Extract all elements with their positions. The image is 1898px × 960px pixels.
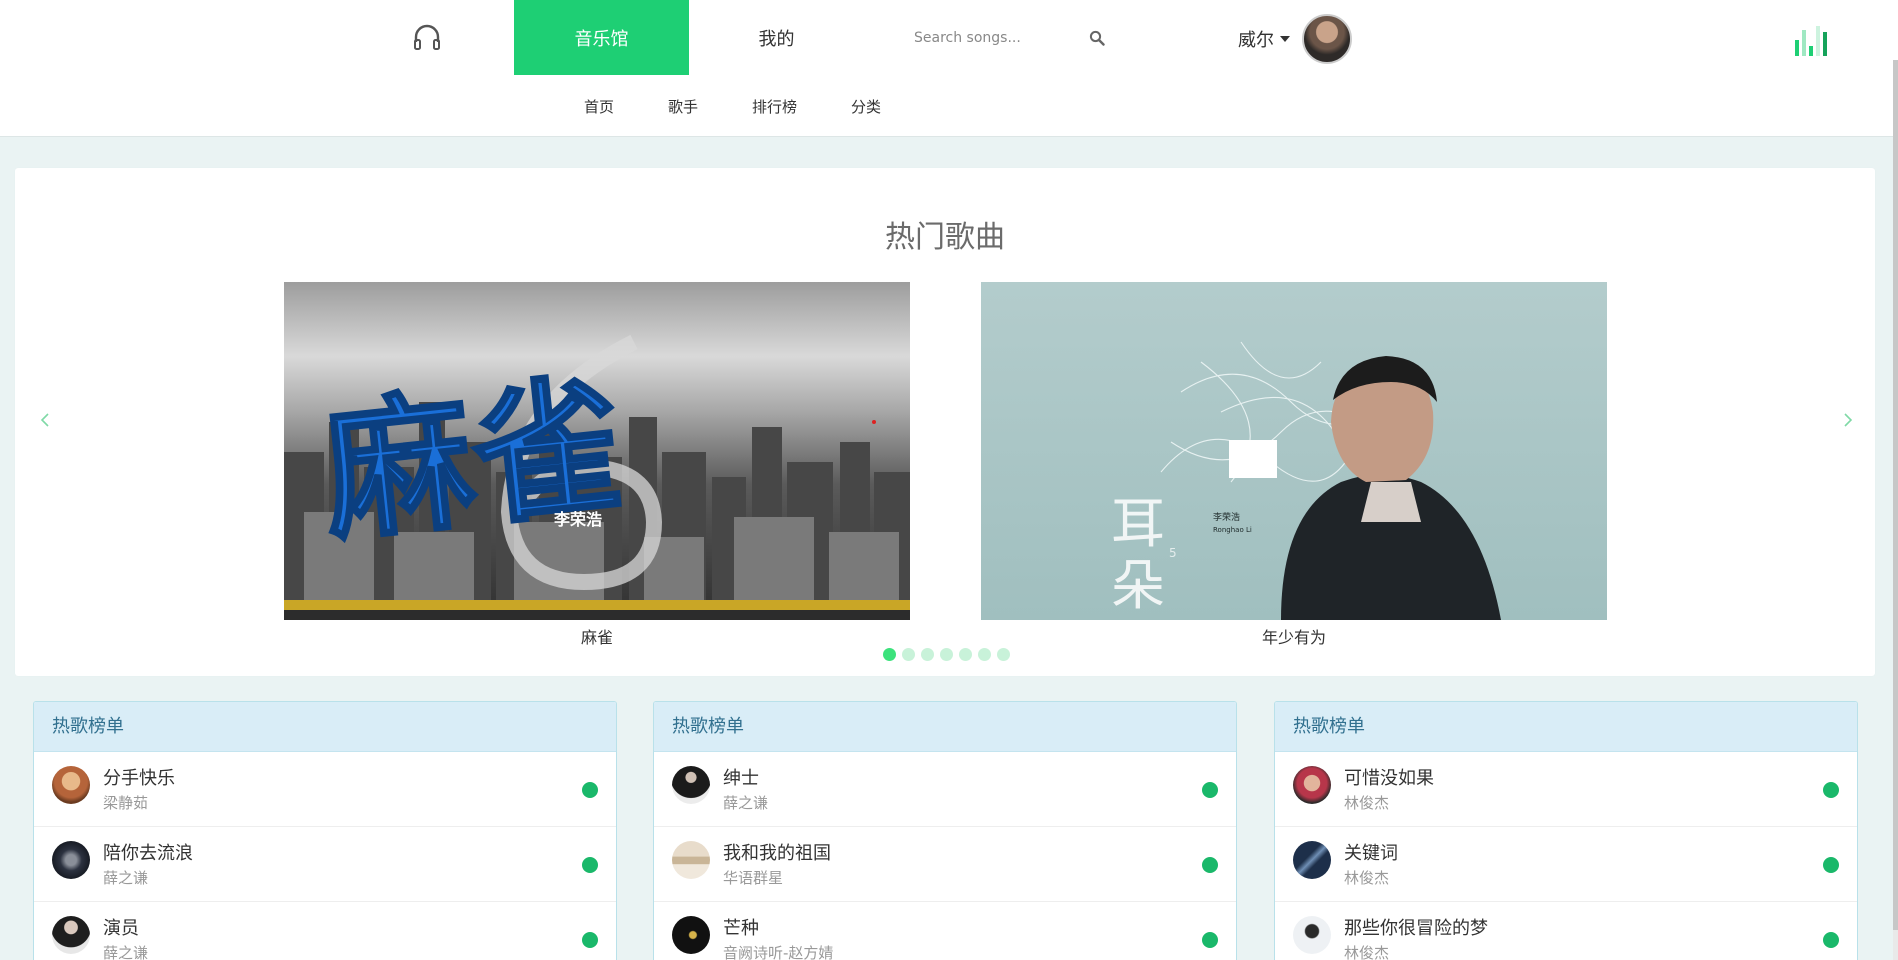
- panel-title: 热歌榜单: [654, 702, 1236, 752]
- list-item[interactable]: 芒种 音阙诗听-赵方婧: [654, 902, 1236, 960]
- play-status-dot[interactable]: [582, 857, 598, 873]
- avatar[interactable]: [1302, 14, 1352, 64]
- hot-songs-carousel: 热门歌曲 麻雀 李荣浩 麻雀 耳 朵 李荣浩 Ronghao Li 5 年少有为: [15, 168, 1875, 676]
- song-cover: [52, 841, 90, 879]
- panel-title: 热歌榜单: [34, 702, 616, 752]
- svg-text:朵: 朵: [1111, 554, 1165, 617]
- song-artist: 梁静茹: [103, 794, 149, 812]
- cover-artist-text: 李荣浩: [553, 510, 602, 529]
- carousel-slide: 麻雀 李荣浩 麻雀: [284, 282, 910, 648]
- carousel-dot[interactable]: [940, 648, 953, 661]
- user-name[interactable]: 威尔: [1238, 26, 1274, 52]
- city-skyline-image: 麻雀 李荣浩: [284, 334, 910, 620]
- song-cover: [672, 916, 710, 954]
- cover-title-text: 麻雀: [315, 358, 632, 562]
- list-item[interactable]: 关键词 林俊杰: [1275, 827, 1857, 902]
- song-title[interactable]: 绅士: [723, 764, 759, 790]
- tab-music-hall[interactable]: 音乐馆: [514, 0, 689, 75]
- sub-nav: 首页 歌手 排行榜 分类: [584, 96, 935, 117]
- song-cover: [52, 916, 90, 954]
- headphones-icon[interactable]: [412, 22, 442, 52]
- song-artist: 华语群星: [723, 869, 784, 887]
- slide-caption[interactable]: 麻雀: [284, 624, 910, 648]
- tab-my-music[interactable]: 我的: [689, 0, 864, 75]
- album-cover[interactable]: 麻雀 李荣浩: [284, 282, 910, 620]
- equalizer-icon[interactable]: [1795, 26, 1827, 56]
- subnav-charts[interactable]: 排行榜: [752, 96, 797, 117]
- song-cover: [672, 841, 710, 879]
- song-title[interactable]: 陪你去流浪: [103, 839, 193, 865]
- song-artist: 音阙诗听-赵方婧: [723, 944, 834, 960]
- search-icon[interactable]: [1089, 30, 1105, 46]
- play-status-dot[interactable]: [1823, 932, 1839, 948]
- play-status-dot[interactable]: [1202, 857, 1218, 873]
- chevron-right-icon[interactable]: [1838, 408, 1858, 432]
- song-title[interactable]: 芒种: [723, 914, 759, 940]
- list-item[interactable]: 绅士 薛之谦: [654, 752, 1236, 827]
- song-title[interactable]: 可惜没如果: [1344, 764, 1434, 790]
- cover-artist-en-text: Ronghao Li: [1213, 526, 1252, 534]
- scrollbar-thumb[interactable]: [1893, 60, 1898, 930]
- list-item[interactable]: 可惜没如果 林俊杰: [1275, 752, 1857, 827]
- svg-text:耳: 耳: [1111, 492, 1165, 555]
- carousel-dot[interactable]: [997, 648, 1010, 661]
- search-box: [898, 22, 1108, 54]
- carousel-dot[interactable]: [902, 648, 915, 661]
- cover-artist-text: 李荣浩: [1213, 511, 1240, 523]
- top-header: 音乐馆 我的 威尔 首页 歌手 排行榜 分类: [0, 0, 1898, 137]
- chevron-left-icon[interactable]: [35, 408, 55, 432]
- main-nav: 音乐馆 我的: [514, 0, 864, 75]
- song-title[interactable]: 关键词: [1344, 839, 1398, 865]
- subnav-home[interactable]: 首页: [584, 96, 614, 117]
- svg-text:5: 5: [1169, 546, 1177, 560]
- play-status-dot[interactable]: [1202, 932, 1218, 948]
- hot-list-panel: 热歌榜单 分手快乐 梁静茹 陪你去流浪 薛之谦 演员 薛之谦: [33, 701, 617, 960]
- list-item[interactable]: 演员 薛之谦: [34, 902, 616, 960]
- panel-title: 热歌榜单: [1275, 702, 1857, 752]
- list-item[interactable]: 那些你很冒险的梦 林俊杰: [1275, 902, 1857, 960]
- carousel-title: 热门歌曲: [885, 220, 1005, 255]
- song-cover: [1293, 766, 1331, 804]
- user-menu[interactable]: 威尔: [1238, 14, 1352, 64]
- list-item[interactable]: 分手快乐 梁静茹: [34, 752, 616, 827]
- song-title[interactable]: 分手快乐: [103, 764, 175, 790]
- carousel-dot[interactable]: [883, 648, 896, 661]
- carousel-dot[interactable]: [978, 648, 991, 661]
- hot-list-panel: 热歌榜单 绅士 薛之谦 我和我的祖国 华语群星 芒种 音阙诗听-赵方婧: [653, 701, 1237, 960]
- song-artist: 林俊杰: [1344, 869, 1390, 887]
- play-status-dot[interactable]: [1202, 782, 1218, 798]
- play-status-dot[interactable]: [1823, 782, 1839, 798]
- song-artist: 林俊杰: [1344, 944, 1390, 960]
- search-input[interactable]: [898, 22, 1073, 54]
- song-artist: 薛之谦: [103, 944, 149, 960]
- song-cover: [1293, 916, 1331, 954]
- subnav-categories[interactable]: 分类: [851, 96, 881, 117]
- song-title[interactable]: 演员: [103, 914, 139, 940]
- song-cover: [52, 766, 90, 804]
- play-status-dot[interactable]: [1823, 857, 1839, 873]
- carousel-dot[interactable]: [959, 648, 972, 661]
- slide-caption[interactable]: 年少有为: [981, 624, 1607, 648]
- carousel-slide: 耳 朵 李荣浩 Ronghao Li 5 年少有为: [981, 282, 1607, 648]
- list-item[interactable]: 我和我的祖国 华语群星: [654, 827, 1236, 902]
- song-title[interactable]: 我和我的祖国: [723, 839, 831, 865]
- page-scrollbar[interactable]: [1893, 60, 1898, 960]
- album-cover[interactable]: 耳 朵 李荣浩 Ronghao Li 5: [981, 282, 1607, 620]
- song-cover: [672, 766, 710, 804]
- song-artist: 薛之谦: [103, 869, 149, 887]
- song-cover: [1293, 841, 1331, 879]
- song-artist: 薛之谦: [723, 794, 769, 812]
- hot-list-panel: 热歌榜单 可惜没如果 林俊杰 关键词 林俊杰 那些你很冒险的梦 林俊杰: [1274, 701, 1858, 960]
- song-title[interactable]: 那些你很冒险的梦: [1344, 914, 1488, 940]
- carousel-indicators: [883, 648, 1010, 661]
- carousel-dot[interactable]: [921, 648, 934, 661]
- subnav-singers[interactable]: 歌手: [668, 96, 698, 117]
- caret-down-icon[interactable]: [1280, 36, 1290, 42]
- portrait-image: 耳 朵 李荣浩 Ronghao Li 5: [1111, 341, 1501, 620]
- play-status-dot[interactable]: [582, 782, 598, 798]
- play-status-dot[interactable]: [582, 932, 598, 948]
- list-item[interactable]: 陪你去流浪 薛之谦: [34, 827, 616, 902]
- song-artist: 林俊杰: [1344, 794, 1390, 812]
